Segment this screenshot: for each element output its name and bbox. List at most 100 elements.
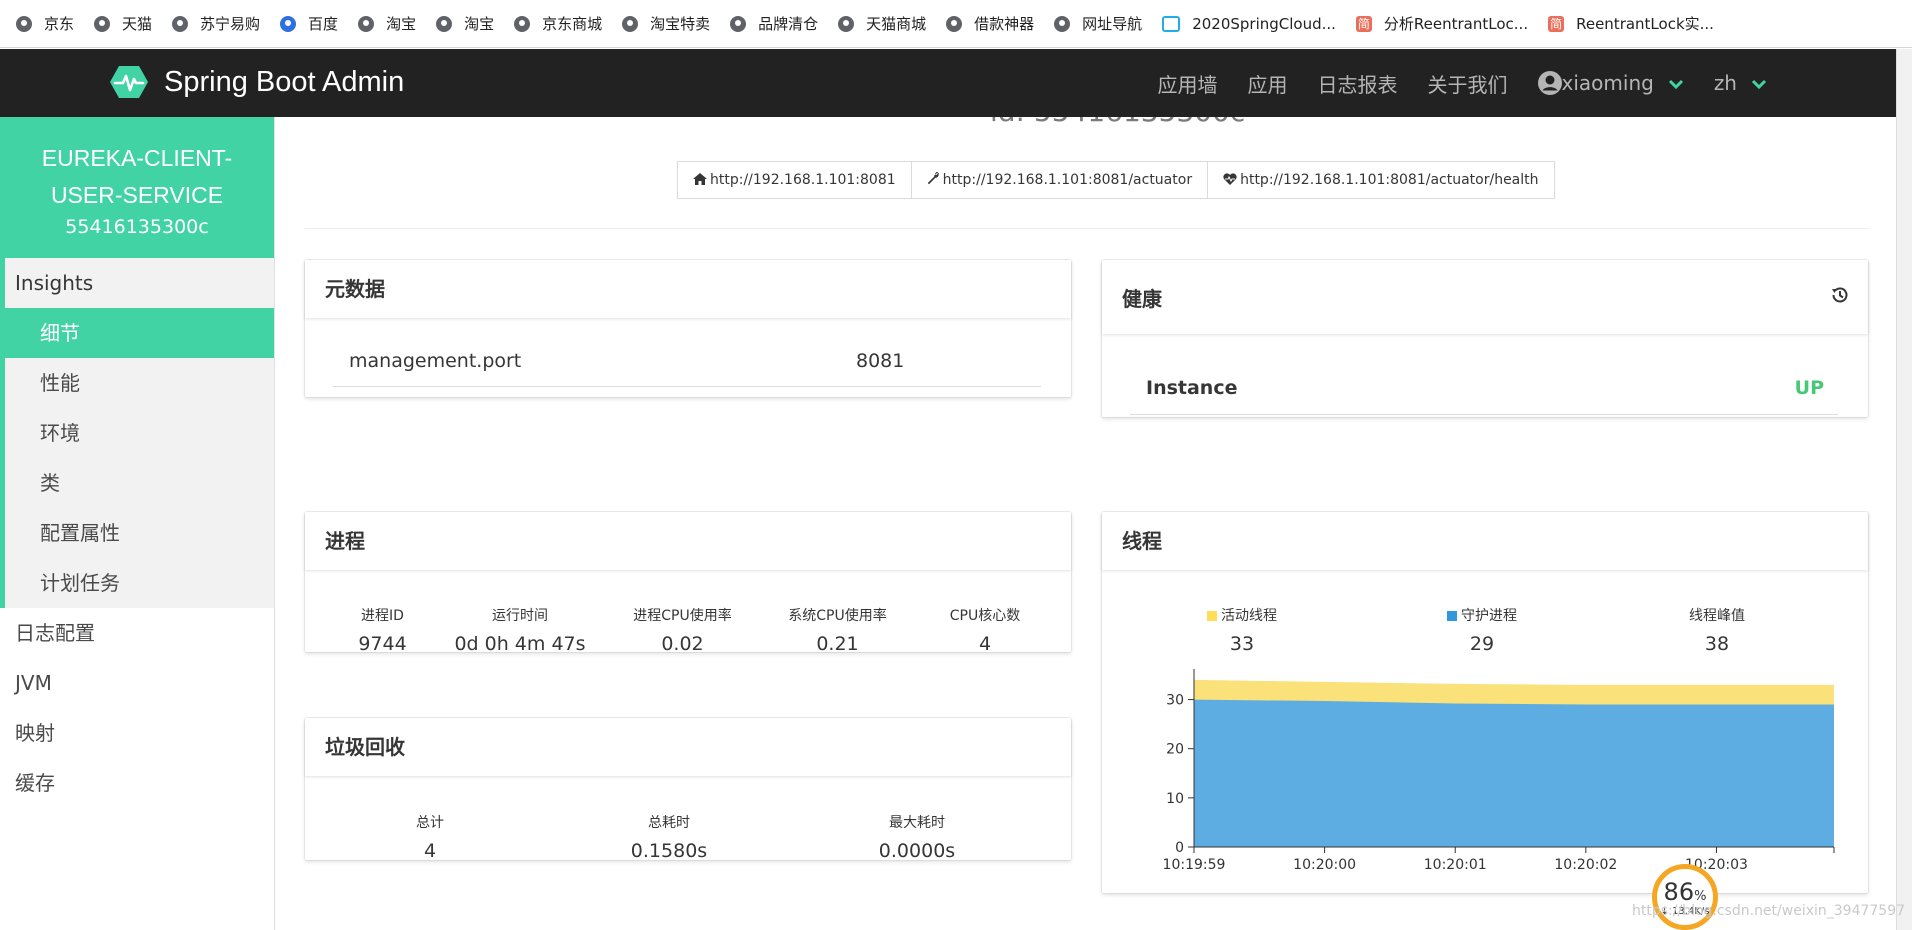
bookmark-item[interactable]: 2020SpringCloud...: [1162, 15, 1336, 33]
network-speed-widget[interactable]: 86% ↓ 13.4K/s: [1652, 864, 1718, 930]
globe-icon: [16, 15, 32, 32]
main-nav: 应用墙 应用 日志报表 关于我们 xiaoming zh: [1128, 49, 1767, 117]
stat-peak-threads: 线程峰值 38: [1689, 608, 1745, 655]
wrench-icon: [927, 171, 940, 189]
y-tick-label: 10: [1166, 791, 1184, 807]
health-card: 健康 Instance UP: [1102, 260, 1868, 417]
gc-card-title: 垃圾回收: [305, 718, 1071, 776]
language-menu[interactable]: zh: [1714, 71, 1767, 95]
metadata-value: 8081: [856, 350, 905, 372]
insights-group: Insights 细节 性能 环境 类 配置属性 计划任务: [0, 258, 274, 608]
sidebar-item-details[interactable]: 细节: [5, 308, 274, 358]
stat-pid: 进程ID 9744: [358, 608, 407, 655]
bookmark-item[interactable]: 淘宝: [358, 13, 416, 34]
health-status-badge: UP: [1794, 377, 1824, 399]
app-id: 55416135300c: [65, 216, 209, 238]
language-label: zh: [1713, 71, 1737, 95]
speed-percent: 86%: [1663, 878, 1707, 906]
bookmark-item[interactable]: 百度: [280, 13, 338, 34]
bookmark-item[interactable]: 简分析ReentrantLoc...: [1355, 13, 1528, 34]
home-icon: [693, 171, 707, 189]
nav-item-applications[interactable]: 应用: [1248, 69, 1288, 98]
sidebar-item-jvm[interactable]: JVM: [0, 658, 274, 708]
jianshu-icon: 简: [1355, 15, 1372, 32]
legend-swatch: [1207, 611, 1217, 621]
globe-icon: [946, 15, 963, 32]
bookmark-item[interactable]: 天猫: [94, 13, 152, 34]
pulse-logo-icon[interactable]: [110, 65, 148, 99]
metadata-key: management.port: [349, 350, 522, 372]
stat-gc-total-time: 总耗时 0.1580s: [630, 815, 708, 862]
globe-icon: [838, 15, 855, 32]
user-menu[interactable]: xiaoming: [1537, 71, 1684, 95]
globe-icon: [94, 15, 111, 32]
x-tick-label: 10:20:01: [1424, 857, 1487, 873]
vertical-scrollbar[interactable]: [1896, 49, 1912, 930]
brand-title[interactable]: Spring Boot Admin: [164, 66, 404, 99]
sidebar-item-environment[interactable]: 环境: [0, 408, 274, 458]
baidu-paw-icon: [280, 15, 297, 32]
bookmark-item[interactable]: 网址导航: [1054, 13, 1142, 34]
bookmark-item[interactable]: 天猫商城: [838, 13, 926, 34]
threads-area-chart: 010203010:19:59 10:20:00 10:20:01 10:20:02 1…: [1163, 669, 1835, 873]
heart-pulse-icon: [1223, 171, 1237, 189]
user-name: xiaoming: [1561, 71, 1654, 95]
metadata-card-title: 元数据: [305, 260, 1071, 318]
history-icon[interactable]: [1830, 260, 1850, 338]
sidebar-item-mappings[interactable]: 映射: [0, 708, 274, 758]
bookmark-item[interactable]: 淘宝特卖: [622, 13, 710, 34]
globe-icon: [358, 15, 375, 32]
management-url-link[interactable]: http://192.168.1.101:8081/actuator: [910, 161, 1209, 199]
sidebar-item-caches[interactable]: 缓存: [0, 758, 274, 808]
x-tick-label: 10:20:00: [1293, 857, 1356, 873]
stat-uptime: 运行时间 0d 0h 4m 47s: [454, 608, 586, 655]
bookmark-item[interactable]: 京东: [16, 13, 74, 34]
bilibili-icon: [1162, 15, 1181, 32]
globe-icon: [622, 15, 639, 32]
sidebar-item-metrics[interactable]: 性能: [0, 358, 274, 408]
x-tick-label: 10:19:59: [1163, 857, 1226, 873]
nav-item-wallboard[interactable]: 应用墙: [1158, 69, 1218, 98]
y-tick-label: 20: [1166, 742, 1184, 758]
chevron-down-icon: [1668, 73, 1684, 94]
health-instance-row: Instance UP: [1130, 373, 1838, 415]
health-instance-label: Instance: [1146, 377, 1238, 399]
process-stats: 进程ID 9744 运行时间 0d 0h 4m 47s 进程CPU使用率 0.02 系…: [305, 605, 1071, 655]
app-name: EUREKA-CLIENT-USER-SERVICE: [41, 145, 233, 208]
sidebar-item-insights[interactable]: Insights: [0, 258, 274, 308]
stat-live-threads: 活动线程 33: [1152, 605, 1332, 655]
metadata-card: 元数据 management.port 8081: [305, 260, 1071, 397]
process-card: 进程 进程ID 9744 运行时间 0d 0h 4m 47s 进程CPU使用率 0.0…: [305, 512, 1071, 655]
sidebar-item-scheduledtasks[interactable]: 计划任务: [0, 558, 274, 608]
instance-header: EUREKA-CLIENT-USER-SERVICE 55416135300c: [0, 117, 274, 258]
bookmark-item[interactable]: 品牌清仓: [730, 13, 818, 34]
y-tick-label: 30: [1166, 693, 1184, 709]
stat-process-cpu: 进程CPU使用率 0.02: [633, 608, 732, 655]
health-url-link[interactable]: http://192.168.1.101:8081/actuator/healt…: [1207, 161, 1555, 199]
gc-card: 垃圾回收 总计 4 总耗时 0.1580s 最大耗时 0.0000s: [305, 718, 1071, 862]
stat-system-cpu: 系统CPU使用率 0.21: [788, 608, 887, 655]
nav-item-about[interactable]: 关于我们: [1428, 69, 1508, 98]
bookmark-item[interactable]: 淘宝: [436, 13, 494, 34]
globe-icon: [730, 15, 747, 32]
sidebar-item-configprops[interactable]: 配置属性: [0, 508, 274, 558]
bookmark-item[interactable]: 苏宁易购: [172, 13, 260, 34]
instance-id-heading: id: 55416135300c: [990, 117, 1245, 128]
bookmark-item[interactable]: 简 ReentrantLock实...: [1548, 13, 1714, 34]
instance-links: http://192.168.1.101:8081 http://192.168…: [677, 161, 1555, 199]
metadata-row: management.port 8081: [333, 344, 1041, 387]
globe-icon: [1054, 15, 1071, 32]
sidebar: EUREKA-CLIENT-USER-SERVICE 55416135300c …: [0, 117, 275, 930]
stat-gc-count: 总计 4: [416, 815, 444, 862]
jianshu-icon: 简: [1548, 15, 1565, 32]
bookmark-item[interactable]: 京东商城: [514, 13, 602, 34]
home-url-link[interactable]: http://192.168.1.101:8081: [677, 161, 912, 199]
sidebar-item-loggers[interactable]: 日志配置: [0, 608, 274, 658]
bookmarks-bar: 京东 天猫 苏宁易购 百度 淘宝 淘宝 京东商城 淘宝特卖 品牌清仓 天猫商城 借款神器 网址导航 20…: [0, 0, 1912, 48]
threads-stats: 活动线程 33 守护进程 29 线程峰值 38: [1102, 605, 1868, 655]
nav-item-journal[interactable]: 日志报表: [1318, 69, 1398, 98]
chevron-down-icon: [1751, 73, 1767, 94]
bookmark-item[interactable]: 借款神器: [946, 13, 1034, 34]
sidebar-item-beans[interactable]: 类: [0, 458, 274, 508]
globe-icon: [436, 15, 453, 32]
